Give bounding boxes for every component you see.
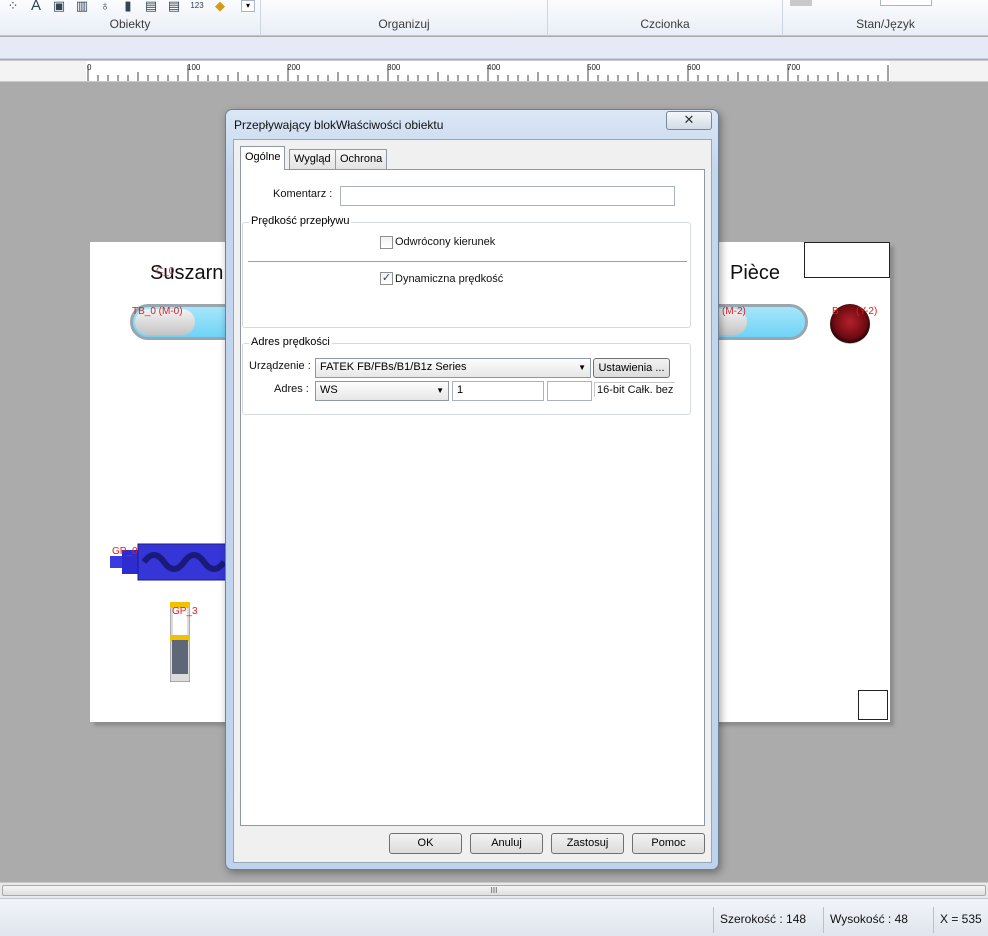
address-extra-input[interactable] [547, 381, 592, 401]
speed-address-group: Adres prędkości Urządzenie : FATEK FB/FB… [242, 336, 691, 415]
workspace: Suszarn C_0 Pièce TB_0 (M-0) (M-2) B (Y-… [0, 82, 988, 882]
grip-icon: III [490, 886, 498, 895]
gauge-label: GP_3 [172, 606, 198, 617]
pill-right-label: (M-2) [722, 306, 746, 317]
ruler-tick-label: 100 [187, 63, 201, 72]
status-height: Wysokość : 48 [823, 907, 929, 933]
help-button[interactable]: Pomoc [632, 833, 705, 854]
address-label: Adres : [274, 383, 309, 395]
ruler-tick-label: 200 [287, 63, 301, 72]
lamp-label: B [832, 306, 839, 317]
horizontal-ruler: 0 100 200 300 400 500 600 700 [86, 61, 890, 81]
ruler-ticks: 0 100 200 300 400 500 600 700 [87, 63, 889, 81]
dynamic-speed-label[interactable]: Dynamiczna prędkość [395, 273, 503, 285]
device-select-value: FATEK FB/FBs/B1/B1z Series [320, 361, 467, 373]
ruler-bar: 0 100 200 300 400 500 600 700 [0, 60, 988, 82]
tab-appearance[interactable]: Wygląd [289, 149, 336, 169]
device-select[interactable]: FATEK FB/FBs/B1/B1z Series ▼ [315, 358, 591, 378]
ribbon-group-font: Czcionka [548, 0, 783, 36]
dialog-body: Ogólne Wygląd Ochrona Komentarz : Prędko… [233, 139, 712, 863]
status-bar: Szerokość : 148 Wysokość : 48 X = 535 [0, 898, 988, 936]
table-icon[interactable]: ▥ [73, 0, 91, 14]
status-width: Szerokość : 148 [713, 907, 819, 933]
close-icon: ✕ [683, 112, 695, 127]
ribbon-group-arrange: Organizuj [261, 0, 548, 36]
ribbon-more-dropdown[interactable]: ▾ [241, 0, 255, 12]
settings-button[interactable]: Ustawienia ... [593, 358, 670, 378]
scrollbar-thumb[interactable]: III [2, 885, 986, 896]
flow-speed-separator [248, 261, 687, 262]
close-button[interactable]: ✕ [666, 111, 712, 130]
tab-general[interactable]: Ogólne [240, 146, 286, 170]
flow-speed-group-title: Prędkość przepływu [249, 215, 352, 227]
chevron-down-icon: ▼ [578, 363, 586, 372]
status-x: X = 535 [933, 907, 988, 933]
ruler-tick-label: 600 [687, 63, 701, 72]
canvas-title-right[interactable]: Pièce [730, 262, 780, 285]
data-format-label: 16-bit Całk. bez [594, 382, 676, 397]
comment-input[interactable] [340, 186, 675, 206]
reverse-direction-checkbox[interactable] [380, 236, 393, 249]
horizontal-scrollbar[interactable]: III [0, 882, 988, 898]
ruler-tick-label: 300 [387, 63, 401, 72]
ribbon-group-objects: ⁘ A ▣ ▥ ♁ ▮ ▤ ▤ 123 ◆ ▾ Obiekty [0, 0, 261, 36]
address-value-input[interactable]: 1 [452, 381, 544, 401]
spinner-icon[interactable]: ⁘ [4, 0, 22, 14]
lamp-label-suffix: (Y-2) [856, 306, 878, 317]
pill-left-label: TB_0 (M-0) [132, 306, 183, 317]
state-swatch[interactable] [790, 0, 812, 6]
bulb-icon[interactable]: ♁ [96, 0, 114, 14]
ruler-tick-label: 500 [587, 63, 601, 72]
speed-address-group-title: Adres prędkości [249, 336, 332, 348]
secondary-toolbar [0, 37, 988, 59]
flow-speed-group: Prędkość przepływu Odwrócony kierunek ✓ … [242, 215, 691, 328]
screw-label: GP_0 [112, 546, 138, 557]
ruler-tick-label: 700 [787, 63, 801, 72]
tab-panel-general: Komentarz : Prędkość przepływu Odwrócony… [240, 169, 705, 826]
properties-dialog: Przepływający blokWłaściwości obiektu ✕ … [225, 109, 719, 870]
numeric-icon[interactable]: 123 [188, 0, 206, 14]
language-input[interactable] [880, 0, 932, 6]
level-icon[interactable]: ▮ [119, 0, 137, 14]
reverse-direction-label[interactable]: Odwrócony kierunek [395, 236, 495, 248]
tab-protection[interactable]: Ochrona [335, 149, 388, 169]
canvas-label-top-left: C_0 [156, 266, 175, 277]
address-type-select[interactable]: WS ▼ [315, 381, 449, 401]
cancel-button[interactable]: Anuluj [470, 833, 543, 854]
dialog-title: Przepływający blokWłaściwości obiektu [234, 118, 444, 132]
ribbon-object-icons: ⁘ A ▣ ▥ ♁ ▮ ▤ ▤ 123 ◆ [4, 0, 229, 14]
text-icon[interactable]: A [27, 0, 45, 14]
ribbon: ⁘ A ▣ ▥ ♁ ▮ ▤ ▤ 123 ◆ ▾ Obiekty Organizu… [0, 0, 988, 36]
ruler-tick-label: 0 [87, 63, 92, 72]
comment-label: Komentarz : [273, 188, 333, 200]
ribbon-group-label: Czcionka [640, 17, 690, 31]
print-icon[interactable]: ▤ [142, 0, 160, 14]
canvas-box-top-right[interactable] [804, 242, 890, 278]
image-icon[interactable]: ▣ [50, 0, 68, 14]
ribbon-group-label: Organizuj [378, 17, 430, 31]
ribbon-group-label: Stan/Język [856, 17, 915, 31]
tag-icon[interactable]: ◆ [211, 0, 229, 14]
ribbon-group-label: Obiekty [109, 17, 151, 31]
ruler-tick-label: 400 [487, 63, 501, 72]
ok-button[interactable]: OK [389, 833, 462, 854]
dynamic-speed-checkbox[interactable]: ✓ [380, 272, 393, 285]
address-type-value: WS [320, 384, 338, 396]
chevron-down-icon: ▼ [436, 386, 444, 395]
canvas-box-bottom-right[interactable] [858, 690, 888, 720]
device-label: Urządzenie : [249, 360, 311, 372]
print2-icon[interactable]: ▤ [165, 0, 183, 14]
apply-button[interactable]: Zastosuj [551, 833, 624, 854]
